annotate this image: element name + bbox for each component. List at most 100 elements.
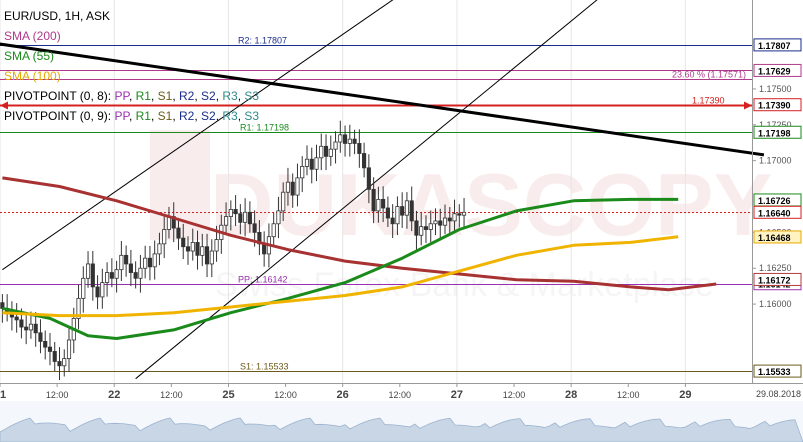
candle-up — [442, 217, 448, 226]
candle-down — [362, 153, 367, 169]
candle-up — [28, 323, 34, 331]
sma-200-legend[interactable]: SMA (200) — [4, 26, 259, 46]
candle-up — [276, 210, 281, 225]
pivot-part-s1: S1 — [157, 109, 173, 123]
candle-up — [228, 209, 233, 218]
candle-down — [95, 286, 100, 298]
candle-down — [52, 351, 57, 362]
candle-up — [138, 267, 143, 279]
candle-down — [19, 319, 24, 328]
candle-down — [124, 254, 129, 265]
x-day-label: 27 — [451, 389, 463, 401]
candle-up — [461, 211, 467, 216]
pivot-part-s3: S3 — [244, 89, 260, 103]
candle-down — [24, 326, 29, 331]
pivot-part-pp: PP — [114, 109, 129, 123]
candle-up — [333, 141, 338, 150]
x-day-label: 22 — [108, 389, 120, 401]
pivot-part-s3: S3 — [244, 109, 260, 123]
candle-down — [181, 237, 186, 248]
candle-down — [185, 246, 191, 252]
x-time-label: 12:00 — [160, 390, 183, 400]
pivot-part-r2: R2 — [178, 109, 195, 123]
pivot-part-r1: R1 — [135, 89, 151, 103]
pivot-legend-9[interactable]: PIVOTPOINT (0, 9): PP, R1, S1, R2, S2, R… — [4, 106, 259, 126]
candle-up — [152, 253, 157, 268]
candle-down — [33, 323, 38, 334]
candle-up — [157, 243, 162, 255]
candle-down — [447, 217, 452, 222]
pivot-part-s2: S2 — [201, 109, 216, 123]
level-tag-text: 1.15533 — [758, 367, 791, 377]
pivot-part-s2: S2 — [201, 89, 216, 103]
candle-down — [43, 341, 48, 348]
candle-up — [243, 211, 248, 223]
candle-down — [14, 316, 19, 321]
y-tick-label: 1.17000 — [759, 156, 792, 166]
x-day-label: 21 — [0, 389, 6, 401]
candle-up — [62, 358, 67, 367]
candle-up — [119, 254, 124, 271]
candle-up — [271, 223, 276, 238]
candle-up — [314, 157, 319, 170]
sma-100-legend[interactable]: SMA (100) — [4, 66, 259, 86]
candle-down — [342, 134, 348, 144]
candle-down — [247, 211, 252, 225]
candle-up — [281, 191, 286, 212]
candle-down — [128, 263, 133, 273]
candle-down — [204, 246, 210, 265]
price-tag-text: 1.16640 — [758, 208, 791, 218]
candle-up — [376, 198, 381, 212]
y-tick-label: 1.17500 — [759, 84, 792, 94]
candle-down — [176, 227, 181, 239]
candle-up — [295, 177, 300, 196]
candle-down — [423, 226, 429, 230]
candle-up — [433, 220, 438, 225]
pivot-part-s1: S1 — [157, 89, 173, 103]
x-time-label: 12:00 — [503, 390, 526, 400]
price-tag-text: 1.16468 — [758, 233, 791, 243]
candle-up — [114, 269, 119, 279]
candle-down — [390, 217, 395, 225]
candle-down — [381, 198, 386, 209]
candle-down — [109, 272, 114, 279]
candle-down — [38, 332, 43, 342]
y-tick-label: 1.16000 — [759, 299, 792, 309]
candle-up — [200, 246, 205, 256]
candle-down — [438, 220, 443, 226]
level-tag-text: 1.17198 — [758, 128, 791, 138]
price-tag-text: 1.16726 — [758, 196, 791, 206]
candle-up — [66, 339, 72, 360]
candle-down — [409, 200, 414, 222]
symbol-line: EUR/USD, 1H, ASK — [4, 9, 111, 23]
level-tag-text: 1.17390 — [758, 101, 791, 111]
pivot-legend-8[interactable]: PIVOTPOINT (0, 8): PP, R1, S1, R2, S2, R… — [4, 86, 259, 106]
chart-legend: EUR/USD, 1H, ASK SMA (200) SMA (55) SMA … — [4, 6, 259, 126]
x-date-label: 29.08.2018 — [756, 389, 801, 399]
pivot-part-r3: R3 — [222, 109, 238, 123]
x-day-label: 25 — [222, 389, 234, 401]
candle-down — [457, 213, 462, 216]
level-label: PP: 1.16142 — [238, 275, 288, 285]
sma-55-legend[interactable]: SMA (55) — [4, 46, 259, 66]
level-tag-text: 1.17629 — [758, 66, 791, 76]
candle-down — [414, 220, 419, 236]
x-time-label: 12:00 — [274, 390, 297, 400]
candle-up — [347, 138, 352, 144]
candle-down — [47, 346, 53, 352]
candle-up — [319, 145, 324, 159]
candle-up — [428, 223, 433, 230]
candle-down — [309, 158, 314, 170]
candle-up — [338, 134, 343, 143]
y-tick-label: 1.16250 — [759, 263, 792, 273]
candle-down — [57, 361, 62, 367]
x-day-label: 29 — [679, 389, 691, 401]
candle-down — [233, 209, 238, 215]
candle-down — [385, 207, 390, 219]
candle-up — [105, 272, 110, 283]
level-label: S1: 1.15533 — [240, 362, 289, 372]
candle-down — [252, 223, 257, 233]
level-tag-text: 1.17807 — [758, 41, 791, 51]
candle-down — [352, 138, 357, 144]
pivot-part-r3: R3 — [222, 89, 238, 103]
